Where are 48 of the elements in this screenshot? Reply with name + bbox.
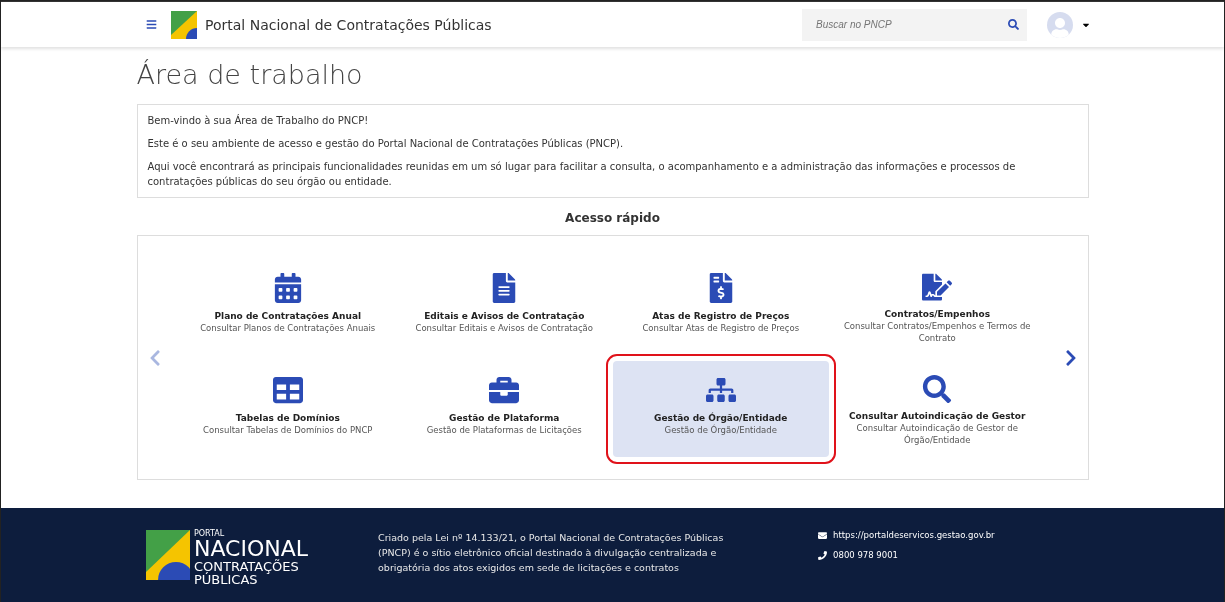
envelope-icon <box>818 530 828 540</box>
quick-access-card[interactable]: Editais e Avisos de Contratação Consultar Editais e Avisos de Contratação <box>396 258 613 355</box>
quick-access-card[interactable]: Contratos/Empenhos Consultar Contratos/Empenhos e Termos de Contrato <box>829 258 1046 355</box>
card-subtitle: Consultar Editais e Avisos de Contratação <box>415 322 593 335</box>
search-icon[interactable] <box>1008 18 1019 30</box>
card-subtitle: Consultar Atas de Registro de Preços <box>642 322 800 335</box>
calendar-icon <box>272 272 303 303</box>
search-field[interactable]: Buscar no PNCP <box>802 8 1027 41</box>
logo-text: PÚBLICAS <box>194 573 258 586</box>
quick-access-card[interactable]: Plano de Contratações Anual Consultar Planos de Contratações Anuais <box>179 258 396 355</box>
briefcase-icon <box>489 374 520 405</box>
portal-logo-icon <box>171 10 197 39</box>
page-title: Área de trabalho <box>136 59 364 90</box>
section-title: Acesso rápido <box>564 211 661 225</box>
card-subtitle: Consultar Planos de Contratações Anuais <box>200 322 376 335</box>
logo-text: CONTRATAÇÕES <box>194 560 300 573</box>
intro-text: Este é o seu ambiente de acesso e gestão do Portal Nacional de Contratações Públicas (PNCP). <box>147 137 625 151</box>
phone-icon <box>818 550 828 560</box>
card-subtitle: Consultar Contratos/Empenhos e Termos de Contrato <box>842 320 1032 345</box>
card-title: Gestão de Órgão/Entidade <box>654 412 788 423</box>
quick-access-card[interactable]: Atas de Registro de Preços Consultar Atas de Registro de Preços <box>612 258 829 355</box>
intro-text: Aqui você encontrará as principais funcionalidades reunidas em um só lugar para facilitar a consulta, o acompanhamento e a administração das informações e processos de contratações públicas do seu órgão ou entidade. <box>147 160 1017 189</box>
card-title: Editais e Avisos de Contratação <box>424 310 585 321</box>
search-icon <box>922 374 953 403</box>
quick-access-card[interactable]: Gestão de Plataforma Gestão de Plataformas de Licitações <box>396 360 613 457</box>
menu-icon[interactable] <box>146 19 157 30</box>
card-title: Consultar Autoindicação de Gestor <box>849 410 1026 421</box>
quick-access-card[interactable]: Consultar Autoindicação de Gestor Consultar Autoindicação de Gestor de Órgão/Entidade <box>829 360 1046 457</box>
portal-title: Portal Nacional de Contratações Públicas <box>205 16 493 33</box>
footer-logo-icon <box>146 530 190 580</box>
logo-text: PORTAL <box>194 530 226 538</box>
card-subtitle: Consultar Autoindicação de Gestor de Órgão/Entidade <box>855 422 1019 447</box>
footer-text: Criado pela Lei nº 14.133/21, o Portal Nacional de Contratações Públicas (PNCP) é o sítio eletrônico oficial destinado à divulgação centralizada e obrigatória dos atos exigidos em sede de licitações e contratos <box>378 531 725 576</box>
phone-number: 0800 978 9001 <box>833 550 898 560</box>
intro-text: Bem-vindo à sua Área de Trabalho do PNCP! <box>147 113 370 128</box>
card-title: Gestão de Plataforma <box>449 412 560 423</box>
signed-document-icon <box>922 272 953 301</box>
card-subtitle: Gestão de Plataformas de Licitações <box>426 424 582 437</box>
card-subtitle: Consultar Tabelas de Domínios do PNCP <box>203 424 373 437</box>
card-subtitle: Gestão de Órgão/Entidade <box>664 424 777 437</box>
table-icon <box>272 374 303 405</box>
card-title: Tabelas de Domínios <box>235 412 340 423</box>
footer-link[interactable]: https://portaldeservicos.gestao.gov.br <box>833 530 995 540</box>
logo-text: NACIONAL <box>194 538 309 560</box>
card-title: Contratos/Empenhos <box>884 308 991 319</box>
quick-access-card[interactable]: Tabelas de Domínios Consultar Tabelas de Domínios do PNCP <box>179 360 396 457</box>
card-title: Atas de Registro de Preços <box>652 310 790 321</box>
card-title: Plano de Contratações Anual <box>214 310 362 321</box>
